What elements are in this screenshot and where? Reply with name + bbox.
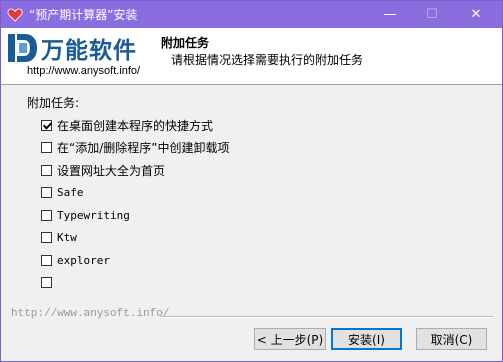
footer-divider — [161, 316, 493, 318]
task-option-label: Safe — [57, 185, 84, 199]
maximize-button[interactable]: ☐ — [415, 1, 449, 28]
brand-logo: 万能软件 http://www.anysoft.info/ — [7, 32, 152, 80]
checkbox[interactable] — [41, 276, 52, 288]
window-title: “预产期计算器”安装 — [29, 8, 138, 22]
task-option-label: 在“添加/删除程序”中创建卸载项 — [57, 140, 230, 155]
logo-text: 万能软件 — [41, 38, 137, 64]
checkbox[interactable] — [41, 164, 52, 176]
task-option-label: 在桌面创建本程序的快捷方式 — [57, 118, 214, 133]
task-option-explorer[interactable]: explorer — [41, 252, 110, 268]
task-option-desktop-shortcut[interactable]: 在桌面创建本程序的快捷方式 — [41, 117, 213, 133]
task-option-safe[interactable]: Safe — [41, 184, 84, 200]
task-option-homepage[interactable]: 设置网址大全为首页 — [41, 162, 165, 178]
install-button[interactable]: 安装(I) — [331, 328, 402, 350]
footer-branding: http://www.anysoft.info/ — [11, 308, 170, 320]
task-option-ktw[interactable]: Ktw — [41, 229, 77, 245]
minimize-button[interactable]: — — [373, 1, 407, 28]
checkbox[interactable] — [41, 231, 52, 243]
checkbox[interactable] — [41, 254, 52, 266]
title-bar[interactable]: “预产期计算器”安装 — ☐ ✕ — [1, 1, 502, 28]
checkbox[interactable] — [41, 186, 52, 198]
task-option-label: Ktw — [57, 230, 77, 244]
heart-icon — [7, 8, 23, 22]
close-button[interactable]: ✕ — [459, 1, 493, 28]
checkbox[interactable] — [41, 141, 52, 153]
logo-mark-icon — [8, 34, 37, 62]
task-option-label: Typewriting — [57, 208, 130, 222]
wizard-header: 万能软件 http://www.anysoft.info/ 附加任务 请根据情况… — [1, 28, 502, 85]
back-button[interactable]: < 上一步(P) — [254, 328, 326, 350]
task-option-label: explorer — [57, 253, 110, 267]
tasks-panel: 附加任务: 在桌面创建本程序的快捷方式 在“添加/删除程序”中创建卸载项 设置网… — [1, 85, 502, 305]
checkbox[interactable] — [41, 209, 52, 221]
page-title: 附加任务 — [161, 36, 210, 50]
task-option-label: 设置网址大全为首页 — [57, 163, 166, 178]
task-option-unnamed[interactable] — [41, 274, 57, 290]
tasks-group-label: 附加任务: — [27, 96, 80, 110]
cancel-button[interactable]: 取消(C) — [416, 328, 487, 350]
installer-window: “预产期计算器”安装 — ☐ ✕ 万能软件 http://www.anysoft… — [0, 0, 503, 362]
task-option-typewriting[interactable]: Typewriting — [41, 207, 130, 223]
checkbox[interactable] — [41, 119, 52, 131]
page-subtitle: 请根据情况选择需要执行的附加任务 — [171, 53, 364, 67]
task-option-uninstall-entry[interactable]: 在“添加/删除程序”中创建卸载项 — [41, 139, 229, 155]
logo-url: http://www.anysoft.info/ — [27, 65, 141, 77]
